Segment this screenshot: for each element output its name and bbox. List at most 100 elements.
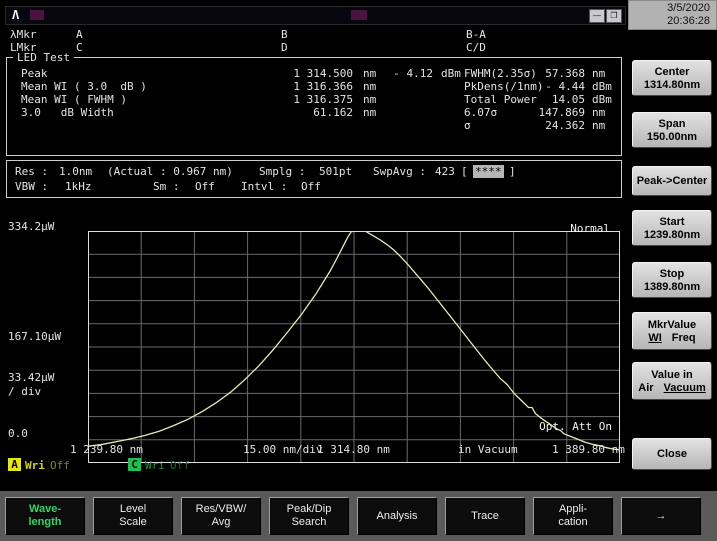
y-axis-label-zero: 0.0	[8, 427, 28, 440]
softkey-value: 1239.80nm	[633, 229, 711, 241]
result-label: Mean WI ( FWHM )	[21, 93, 127, 106]
sweep-average-progress: ****	[473, 165, 504, 178]
interval-label: Intvl :	[241, 180, 287, 193]
bracket: [	[461, 165, 468, 178]
application-menu-button[interactable]: Appli- cation	[533, 497, 613, 535]
softkey-label: Peak->Center	[633, 175, 711, 187]
fkey-label: Wave-	[29, 503, 61, 516]
result-unit: dBm	[592, 80, 612, 93]
trace-c-write-mode: Wri	[145, 459, 165, 472]
sweep-average-value: 423	[435, 165, 455, 178]
value-in-option-air[interactable]: Air	[638, 382, 653, 394]
result-unit: nm	[363, 93, 376, 106]
softkey-label: Stop	[633, 268, 711, 280]
peak-dip-search-menu-button[interactable]: Peak/Dip Search	[269, 497, 349, 535]
analysis-menu-button[interactable]: Analysis	[357, 497, 437, 535]
start-button[interactable]: Start 1239.80nm	[632, 210, 712, 246]
trace-menu-button[interactable]: Trace	[445, 497, 525, 535]
fkey-label: Level	[120, 503, 146, 516]
result-value: 57.368	[499, 67, 585, 80]
stop-button[interactable]: Stop 1389.80nm	[632, 262, 712, 298]
result-value: 1 316.366	[247, 80, 353, 93]
result-value: 14.05	[499, 93, 585, 106]
trace-mode-label: Normal	[570, 222, 610, 235]
sampling-label: Smplg :	[259, 165, 305, 178]
result-value: - 4.44	[499, 80, 585, 93]
titlebar: Λ — ❐	[5, 6, 626, 25]
y-axis-label-per-div: 33.42μW	[8, 371, 54, 384]
softkey-sidebar: Center 1314.80nm Span 150.00nm Peak->Cen…	[628, 31, 717, 490]
res-actual-value: (Actual : 0.967 nm)	[107, 165, 233, 178]
marker-value-toggle[interactable]: MkrValue WI Freq	[632, 312, 712, 350]
vbw-label: VBW :	[15, 180, 48, 193]
function-key-strip: Wave- length Level Scale Res/VBW/ Avg Pe…	[0, 491, 717, 541]
marker-value-option-wl[interactable]: WI	[648, 332, 661, 344]
trace-c-state: Off	[170, 459, 190, 472]
smooth-label: Sm :	[153, 180, 180, 193]
marker-d-label: D	[281, 41, 288, 54]
peak-to-center-button[interactable]: Peak->Center	[632, 166, 712, 196]
analysis-title: LED Test	[13, 51, 74, 64]
softkey-label: Close	[633, 448, 711, 460]
value-in-toggle[interactable]: Value in Air Vacuum	[632, 362, 712, 400]
smooth-value: Off	[195, 180, 215, 193]
x-axis-label-center: 1 314.80 nm	[317, 443, 390, 456]
trace-a-write-mode: Wri	[25, 459, 45, 472]
datetime-display: 3/5/2020 20:36:28	[628, 0, 717, 30]
osa-application: Λ — ❐ λMkr A B B-A LMkr C D C/D LED Test…	[0, 0, 717, 541]
trace-a-state: Off	[50, 459, 70, 472]
trace-c-badge[interactable]: C	[128, 458, 141, 471]
res-vbw-avg-menu-button[interactable]: Res/VBW/ Avg	[181, 497, 261, 535]
result-label: Peak	[21, 67, 48, 80]
interval-value: Off	[301, 180, 321, 193]
result-value: 147.869	[499, 106, 585, 119]
softkey-label: Span	[633, 118, 711, 130]
x-axis-label-start: 1 239.80 nm	[70, 443, 143, 456]
fkey-label: Avg	[212, 516, 231, 529]
value-in-option-vacuum[interactable]: Vacuum	[664, 382, 706, 394]
instrument-display: Λ — ❐ λMkr A B B-A LMkr C D C/D LED Test…	[0, 0, 628, 490]
fkey-label: Appli-	[559, 503, 587, 516]
fkey-label: Analysis	[377, 510, 418, 523]
trace-a-badge[interactable]: A	[8, 458, 21, 471]
span-button[interactable]: Span 150.00nm	[632, 112, 712, 148]
center-button[interactable]: Center 1314.80nm	[632, 60, 712, 96]
titlebar-accent	[351, 10, 367, 20]
result-unit: nm	[592, 119, 605, 132]
y-axis-label-per-div-2: / div	[8, 385, 41, 398]
fkey-label: Scale	[119, 516, 147, 529]
marker-c-label: C	[76, 41, 83, 54]
marker-b-label: B	[281, 28, 288, 41]
res-label: Res :	[15, 165, 48, 178]
result-unit: nm	[592, 106, 605, 119]
softkey-value: 150.00nm	[633, 131, 711, 143]
titlebar-accent	[30, 10, 44, 20]
y-axis-label-mid: 167.10μW	[8, 330, 61, 343]
result-value: 61.162	[247, 106, 353, 119]
bracket: ]	[509, 165, 516, 178]
wavelength-marker-label: λMkr	[10, 28, 37, 41]
result-unit: dBm	[592, 93, 612, 106]
wavelength-menu-button[interactable]: Wave- length	[5, 497, 85, 535]
marker-value-option-freq[interactable]: Freq	[672, 332, 696, 344]
result-value: 1 316.375	[247, 93, 353, 106]
result-unit: nm	[592, 67, 605, 80]
softkey-label: MkrValue	[633, 319, 711, 331]
softkey-value: 1314.80nm	[633, 79, 711, 91]
maximize-button[interactable]: ❐	[606, 9, 622, 23]
level-scale-menu-button[interactable]: Level Scale	[93, 497, 173, 535]
spectrum-plot-area: Normal Opt. Att On	[88, 205, 620, 437]
sweep-average-label: SwpAvg :	[373, 165, 426, 178]
x-axis-label-per-div: 15.00 nm/div	[243, 443, 322, 456]
softkey-label: Value in	[633, 369, 711, 381]
softkey-value: 1389.80nm	[633, 281, 711, 293]
result-unit: nm	[363, 106, 376, 119]
close-button[interactable]: Close	[632, 438, 712, 470]
result-value: 1 314.500	[247, 67, 353, 80]
more-menu-button[interactable]: →	[621, 497, 701, 535]
fkey-label: Res/VBW/	[196, 503, 247, 516]
fkey-label: cation	[558, 516, 587, 529]
optical-attenuator-status: Opt. Att On	[539, 420, 612, 433]
brand-logo: Λ	[12, 8, 19, 22]
minimize-button[interactable]: —	[589, 9, 605, 23]
